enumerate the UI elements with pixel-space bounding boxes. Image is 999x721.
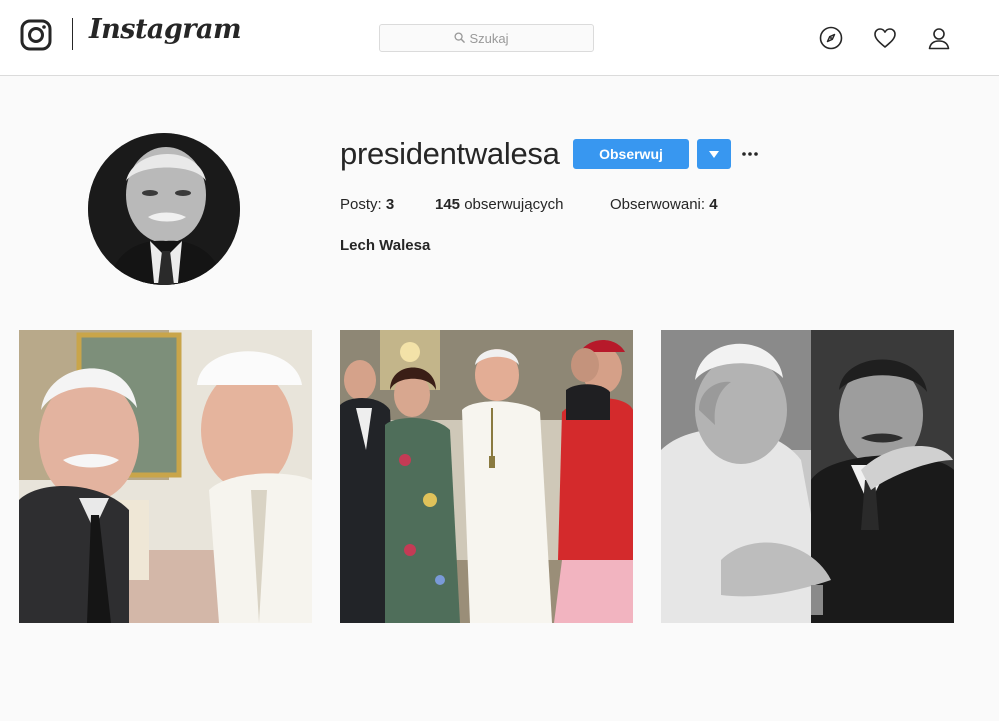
- post-thumbnail-2[interactable]: [340, 330, 633, 623]
- instagram-wordmark[interactable]: Instagram: [89, 14, 242, 45]
- posts-count-stat: Posty: 3: [340, 196, 394, 213]
- compass-icon[interactable]: [819, 26, 843, 50]
- more-options-button[interactable]: [740, 144, 760, 164]
- post-thumbnail-3[interactable]: [661, 330, 954, 623]
- profile-avatar[interactable]: [88, 133, 240, 285]
- user-icon[interactable]: [927, 26, 951, 50]
- search-input[interactable]: [469, 30, 520, 46]
- followers-count: 145: [435, 196, 461, 213]
- search-box[interactable]: [379, 24, 594, 52]
- post-image-1: [19, 330, 312, 623]
- heart-icon[interactable]: [873, 26, 897, 50]
- following-count: 4: [709, 196, 718, 213]
- posts-count: 3: [385, 196, 395, 213]
- chevron-down-icon: [709, 150, 719, 158]
- logo-divider: [72, 18, 73, 50]
- followers-stat[interactable]: 145 obserwujących: [435, 196, 563, 213]
- post-image-2: [340, 330, 633, 623]
- follow-button[interactable]: Obserwuj: [573, 139, 689, 169]
- profile-full-name: Lech Walesa: [340, 237, 431, 254]
- profile-username: presidentwalesa: [340, 136, 560, 171]
- search-icon: [453, 31, 465, 46]
- suggestions-dropdown-button[interactable]: [697, 139, 731, 169]
- top-navigation-bar: Instagram: [0, 0, 999, 76]
- post-thumbnail-1[interactable]: [19, 330, 312, 623]
- followers-label: obserwujących: [464, 196, 564, 213]
- post-image-3: [661, 330, 954, 623]
- ellipsis-icon: [742, 152, 758, 156]
- following-stat[interactable]: Obserwowani: 4: [610, 196, 718, 213]
- following-label: Obserwowani:: [610, 196, 706, 213]
- instagram-camera-icon[interactable]: [20, 19, 52, 51]
- posts-label: Posty:: [340, 196, 382, 213]
